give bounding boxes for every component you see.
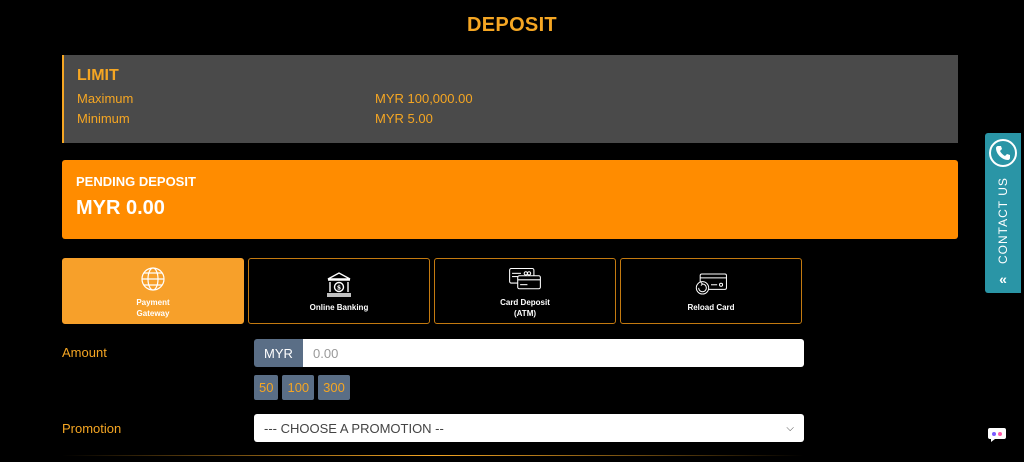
chat-widget-icon[interactable] (987, 426, 1007, 444)
pending-deposit-amount: MYR 0.00 (76, 197, 165, 219)
limit-minimum-value: MYR 5.00 (375, 111, 433, 126)
limit-row-minimum: Minimum MYR 5.00 (77, 109, 945, 129)
method-reload-card[interactable]: Reload Card (620, 258, 802, 324)
globe-icon (136, 264, 170, 294)
promotion-selected-value: --- CHOOSE A PROMOTION -- (264, 420, 444, 436)
method-payment-gateway[interactable]: Payment Gateway (62, 258, 244, 324)
method-payment-gateway-label: Payment Gateway (136, 297, 170, 318)
method-card-deposit-label: Card Deposit (ATM) (500, 297, 550, 318)
payment-methods: Payment Gateway $ Online Banking Card De… (62, 258, 802, 324)
pending-deposit-panel: PENDING DEPOSIT MYR 0.00 (62, 160, 958, 239)
method-online-banking-label: Online Banking (309, 303, 369, 312)
pending-deposit-title: PENDING DEPOSIT (76, 174, 196, 189)
reload-card-icon (694, 269, 728, 299)
bank-icon: $ (322, 269, 356, 299)
promotion-select[interactable]: --- CHOOSE A PROMOTION -- ⌵ (254, 414, 804, 442)
amount-field-group: MYR (254, 339, 804, 367)
svg-text:$: $ (337, 285, 341, 292)
contact-us-label: CONTACT US (996, 177, 1010, 265)
quick-amount-50-button[interactable]: 50 (254, 375, 279, 400)
amount-label: Amount (62, 345, 107, 360)
quick-amount-300-button[interactable]: 300 (318, 375, 350, 400)
quick-amounts: 50 100 300 (254, 375, 350, 400)
double-chevron-left-icon: « (999, 271, 1007, 287)
method-online-banking[interactable]: $ Online Banking (248, 258, 430, 324)
amount-input[interactable] (303, 339, 804, 367)
promotion-label: Promotion (62, 421, 122, 436)
method-card-deposit[interactable]: Card Deposit (ATM) (434, 258, 616, 324)
contact-us-tab[interactable]: CONTACT US « (985, 133, 1021, 293)
limit-title: LIMIT (77, 67, 119, 84)
limit-row-maximum: Maximum MYR 100,000.00 (77, 89, 945, 109)
phone-icon (989, 139, 1017, 167)
limit-minimum-label: Minimum (77, 111, 130, 126)
method-reload-card-label: Reload Card (687, 303, 735, 312)
limit-panel: LIMIT Maximum MYR 100,000.00 Minimum MYR… (62, 55, 958, 143)
card-deposit-icon (508, 264, 542, 294)
quick-amount-100-button[interactable]: 100 (282, 375, 315, 400)
limit-maximum-value: MYR 100,000.00 (375, 91, 473, 106)
limit-maximum-label: Maximum (77, 91, 134, 106)
chevron-down-icon: ⌵ (786, 422, 794, 434)
currency-addon: MYR (254, 339, 303, 367)
page-title: DEPOSIT (467, 14, 557, 36)
divider (62, 455, 804, 456)
